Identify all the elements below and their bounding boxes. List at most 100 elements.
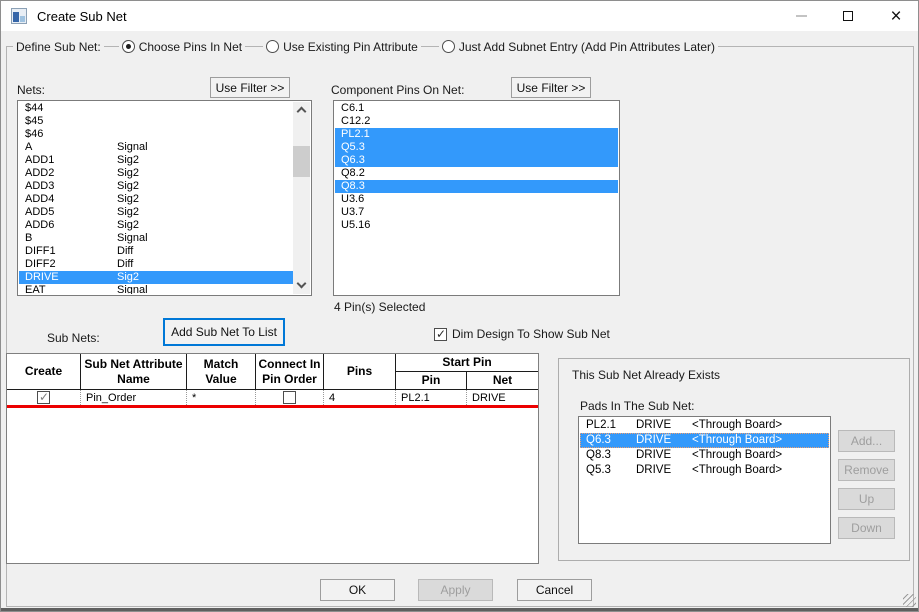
selected-row-indicator (7, 405, 538, 408)
connect-cell[interactable] (256, 390, 324, 405)
pad-row[interactable]: Q5.3DRIVE<Through Board> (580, 463, 829, 478)
component-pins-listbox[interactable]: C6.1C12.2PL2.1Q5.3Q6.3Q8.2Q8.3U3.6U3.7U5… (333, 100, 620, 296)
nets-label: Nets: (17, 83, 45, 97)
net-type: Signal (117, 232, 148, 245)
component-pin-row[interactable]: PL2.1 (335, 128, 618, 141)
net-name: A (25, 141, 32, 154)
create-checkbox-icon (37, 391, 50, 404)
pins-selected-status: 4 Pin(s) Selected (334, 300, 425, 314)
radio-option[interactable]: Just Add Subnet Entry (Add Pin Attribute… (439, 40, 718, 54)
window-bottom-edge (1, 608, 918, 611)
net-name: B (25, 232, 32, 245)
nets-use-filter-button[interactable]: Use Filter >> (210, 77, 290, 98)
pad-row[interactable]: Q8.3DRIVE<Through Board> (580, 448, 829, 463)
radio-option-label: Choose Pins In Net (139, 40, 242, 54)
net-type: Signal (117, 284, 148, 294)
net-row[interactable]: $44 (19, 102, 293, 115)
net-type: Diff (117, 245, 133, 258)
radio-option[interactable]: Use Existing Pin Attribute (263, 40, 421, 54)
component-pin-label: U3.7 (341, 206, 364, 219)
net-row[interactable]: A Signal (19, 141, 293, 154)
component-pin-label: Q8.3 (341, 180, 365, 193)
component-pin-row[interactable]: U3.6 (335, 193, 618, 206)
col-header-pin: Pin (396, 372, 467, 390)
pad-pin: Q5.3 (586, 463, 611, 478)
net-row[interactable]: ADD1Sig2 (19, 154, 293, 167)
pins-use-filter-button[interactable]: Use Filter >> (511, 77, 591, 98)
net-row[interactable]: DIFF1Diff (19, 245, 293, 258)
pad-net: DRIVE (636, 463, 671, 478)
sub-nets-table-header: Create Sub Net Attribute Name Match Valu… (7, 354, 538, 390)
component-pin-row[interactable]: Q8.2 (335, 167, 618, 180)
scroll-thumb[interactable] (293, 146, 310, 177)
close-button[interactable]: × (872, 1, 919, 31)
apply-button: Apply (418, 579, 493, 601)
pad-row[interactable]: PL2.1DRIVE<Through Board> (580, 418, 829, 433)
window-title: Create Sub Net (37, 9, 127, 24)
net-row[interactable]: EATSignal (19, 284, 293, 294)
radio-icon (442, 40, 455, 53)
radio-icon (122, 40, 135, 53)
net-row[interactable]: DIFF2Diff (19, 258, 293, 271)
net-row[interactable]: DRIVESig2 (19, 271, 293, 284)
existing-subnet-title: This Sub Net Already Exists (572, 368, 720, 382)
dim-design-checkbox[interactable]: Dim Design To Show Sub Net (434, 327, 610, 341)
dim-design-label: Dim Design To Show Sub Net (452, 327, 610, 341)
add-sub-net-button[interactable]: Add Sub Net To List (163, 318, 285, 346)
cancel-button[interactable]: Cancel (517, 579, 592, 601)
define-subnet-options: Define Sub Net: Choose Pins In NetUse Ex… (13, 38, 718, 55)
connect-checkbox-icon (283, 391, 296, 404)
component-pin-row[interactable]: Q5.3 (335, 141, 618, 154)
title-bar: Create Sub Net × (1, 1, 918, 31)
col-header-connect: Connect In Pin Order (256, 354, 324, 390)
net-row[interactable]: ADD6Sig2 (19, 219, 293, 232)
pad-net: DRIVE (636, 433, 671, 448)
pad-row[interactable]: Q6.3DRIVE<Through Board> (580, 433, 829, 448)
net-name: ADD6 (25, 219, 54, 232)
component-pin-row[interactable]: U5.16 (335, 219, 618, 232)
net-row[interactable]: ADD5Sig2 (19, 206, 293, 219)
scroll-down-icon[interactable] (293, 277, 310, 294)
component-pin-row[interactable]: Q6.3 (335, 154, 618, 167)
sub-nets-label: Sub Nets: (47, 331, 100, 345)
match-value-cell: * (187, 390, 256, 405)
start-pin-cell: PL2.1 (396, 390, 467, 405)
component-pin-row[interactable]: C12.2 (335, 115, 618, 128)
component-pin-label: PL2.1 (341, 128, 370, 141)
pad-type: <Through Board> (692, 448, 782, 463)
maximize-icon (843, 11, 853, 21)
component-pins-label: Component Pins On Net: (331, 83, 464, 97)
component-pin-row[interactable]: U3.7 (335, 206, 618, 219)
net-name: $46 (25, 128, 43, 141)
add-button: Add... (838, 430, 895, 452)
col-header-net: Net (467, 372, 538, 390)
radio-option[interactable]: Choose Pins In Net (119, 40, 245, 54)
ok-button[interactable]: OK (320, 579, 395, 601)
net-name: DRIVE (25, 271, 59, 284)
net-row[interactable]: ADD2Sig2 (19, 167, 293, 180)
nets-scrollbar[interactable] (293, 102, 310, 294)
net-row[interactable]: ADD4Sig2 (19, 193, 293, 206)
subnet-table-row[interactable]: Pin_Order*4PL2.1DRIVE (7, 390, 538, 405)
minimize-button (778, 1, 824, 31)
net-type: Sig2 (117, 180, 139, 193)
component-pin-row[interactable]: C6.1 (335, 102, 618, 115)
scroll-up-icon[interactable] (293, 102, 310, 119)
radio-option-label: Use Existing Pin Attribute (283, 40, 418, 54)
pad-type: <Through Board> (692, 433, 782, 448)
net-name: ADD1 (25, 154, 54, 167)
create-cell[interactable] (7, 390, 81, 405)
net-row[interactable]: ADD3Sig2 (19, 180, 293, 193)
net-row[interactable]: B Signal (19, 232, 293, 245)
net-row[interactable]: $45 (19, 115, 293, 128)
pads-listbox[interactable]: PL2.1DRIVE<Through Board>Q6.3DRIVE<Throu… (578, 416, 831, 544)
nets-listbox[interactable]: $44$45$46ASignalADD1Sig2ADD2Sig2ADD3Sig2… (17, 100, 312, 296)
pads-label: Pads In The Sub Net: (580, 399, 695, 413)
component-pin-row[interactable]: Q8.3 (335, 180, 618, 193)
net-row[interactable]: $46 (19, 128, 293, 141)
resize-grip-icon[interactable] (903, 594, 916, 607)
net-type: Signal (117, 141, 148, 154)
pins-cell: 4 (324, 390, 396, 405)
maximize-button[interactable] (825, 1, 871, 31)
close-icon: × (890, 7, 901, 26)
